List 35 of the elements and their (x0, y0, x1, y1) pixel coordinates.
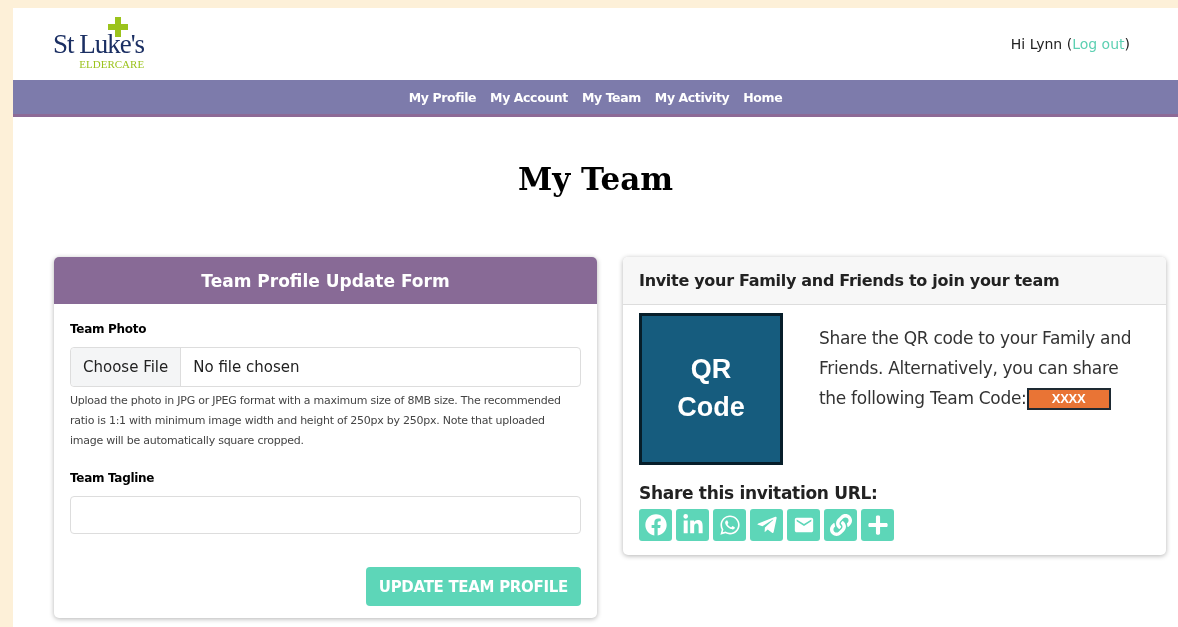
plus-icon (866, 514, 889, 536)
form-title: Team Profile Update Form (54, 257, 597, 304)
file-input[interactable]: Choose File No file chosen (70, 347, 581, 387)
nav-link[interactable]: My Account (490, 89, 568, 105)
card-title: Invite your Family and Friends to join your team (623, 257, 1166, 305)
share-label: Share this invitation URL: (639, 483, 879, 503)
telegram-share-button[interactable] (750, 509, 783, 541)
telegram-icon (755, 514, 778, 536)
facebook-share-button[interactable] (639, 509, 672, 541)
greeting: Hi Lynn ( (1010, 36, 1073, 52)
linkedin-icon (681, 514, 704, 536)
qr-code-label: QR Code (676, 353, 746, 424)
link-icon (829, 514, 852, 536)
nav-link[interactable]: My Activity (654, 89, 730, 105)
email-share-button[interactable] (787, 509, 820, 541)
page-title: My Team (516, 161, 675, 197)
whatsapp-share-button[interactable] (713, 509, 746, 541)
linkedin-share-button[interactable] (676, 509, 709, 541)
whatsapp-icon (718, 514, 741, 536)
field-label: Team Photo (70, 322, 148, 336)
team-code: XXXX (1026, 388, 1111, 410)
help-text: Upload the photo in JPG or JPEG format with a maximum size of 8MB size. The recommended ratio is 1:1 with minimum image width and height of 250px by 250px. Note that uploaded image will be automatically square cropped. (70, 393, 562, 449)
input-field[interactable] (70, 496, 581, 534)
field-label: Team Tagline (70, 471, 156, 485)
invite-text: Share the QR code to your Family and Friends. Alternatively, you can share the following Team Code: XXXX (819, 327, 1133, 412)
choose-file-button[interactable]: Choose File (71, 348, 182, 386)
more-share-button[interactable] (861, 509, 894, 541)
copy-link-button[interactable] (824, 509, 857, 541)
file-status: No file chosen (193, 358, 300, 376)
greeting-end: ) (1124, 36, 1130, 52)
nav-link[interactable]: My Profile (408, 89, 477, 105)
logo[interactable]: St Luke's ELDERCARE (53, 17, 145, 71)
nav-link[interactable]: Home (743, 89, 783, 105)
nav-link[interactable]: My Team (581, 89, 641, 105)
facebook-icon (644, 514, 667, 536)
